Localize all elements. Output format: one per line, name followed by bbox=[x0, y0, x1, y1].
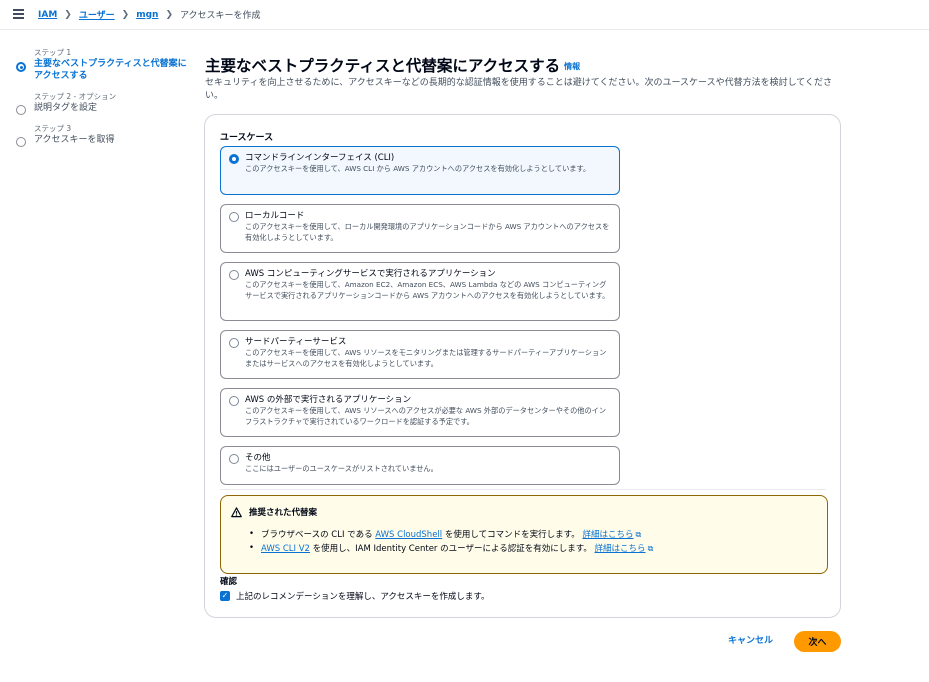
wizard-steps: ステップ 1 主要なベストプラクティスと代替案にアクセスする ステップ 2 - … bbox=[15, 47, 195, 155]
option-title: AWS の外部で実行されるアプリケーション bbox=[245, 395, 412, 405]
usecase-option-local-code[interactable]: ローカルコード このアクセスキーを使用して、ローカル開発環境のアプリケーションコ… bbox=[220, 204, 620, 253]
option-description: ここにはユーザーのユースケースがリストされていません。 bbox=[245, 464, 438, 473]
radio-icon[interactable] bbox=[229, 212, 239, 222]
breadcrumb: IAM ❯ ユーザー ❯ mgn ❯ アクセスキーを作成 bbox=[38, 8, 261, 22]
external-link-icon: ⧉ bbox=[647, 544, 654, 553]
alt1-suffix: を使用してコマンドを実行します。 bbox=[442, 530, 583, 540]
page-description: セキュリティを向上させるために、アクセスキーなどの長期的な認証情報を使用すること… bbox=[205, 78, 833, 101]
confirm-checkbox-row[interactable]: ✓ 上記のレコメンデーションを理解し、アクセスキーを作成します。 bbox=[220, 590, 490, 602]
option-description: このアクセスキーを使用して、AWS リソースへのアクセスが必要な AWS 外部の… bbox=[245, 406, 607, 426]
option-description: このアクセスキーを使用して、Amazon EC2、Amazon ECS、AWS … bbox=[245, 280, 610, 300]
cancel-button[interactable]: キャンセル bbox=[720, 631, 781, 651]
chevron-right-icon: ❯ bbox=[165, 9, 173, 20]
wizard-step-2: ステップ 2 - オプション 説明タグを設定 bbox=[15, 91, 195, 115]
info-link[interactable]: 情報 bbox=[564, 62, 580, 71]
menu-icon[interactable] bbox=[13, 9, 24, 19]
option-description: このアクセスキーを使用して、AWS リソースをモニタリングまたは管理するサードパ… bbox=[245, 348, 607, 368]
step-active-indicator-icon bbox=[16, 62, 26, 72]
list-item: ブラウザベースの CLI である AWS CloudShell を使用してコマン… bbox=[249, 528, 653, 542]
checkbox-checked-icon[interactable]: ✓ bbox=[220, 591, 230, 601]
step-title: 説明タグを設定 bbox=[34, 103, 98, 113]
usecase-container: ユースケース コマンドラインインターフェイス (CLI) このアクセスキーを使用… bbox=[204, 114, 841, 618]
divider bbox=[220, 489, 826, 490]
chevron-right-icon: ❯ bbox=[64, 9, 72, 20]
radio-icon[interactable] bbox=[229, 338, 239, 348]
step-number: ステップ 2 - オプション bbox=[34, 92, 117, 101]
page-title-text: 主要なベストプラクティスと代替案にアクセスする bbox=[205, 57, 561, 75]
step-title: 主要なベストプラクティスと代替案にアクセスする bbox=[34, 59, 187, 81]
step-title: アクセスキーを取得 bbox=[34, 135, 115, 145]
top-navigation-bar: IAM ❯ ユーザー ❯ mgn ❯ アクセスキーを作成 bbox=[0, 0, 929, 30]
step-number: ステップ 1 bbox=[34, 48, 72, 57]
usecase-option-other[interactable]: その他 ここにはユーザーのユースケースがリストされていません。 bbox=[220, 446, 620, 485]
chevron-right-icon: ❯ bbox=[121, 9, 130, 20]
wizard-step-3: ステップ 3 アクセスキーを取得 bbox=[15, 123, 195, 147]
step-indicator-icon bbox=[16, 137, 26, 147]
breadcrumb-users[interactable]: ユーザー bbox=[79, 8, 115, 21]
confirm-text: 上記のレコメンデーションを理解し、アクセスキーを作成します。 bbox=[236, 592, 490, 602]
radio-icon[interactable] bbox=[229, 396, 239, 406]
aws-cli-v2-link[interactable]: AWS CLI V2 bbox=[261, 544, 310, 554]
warning-icon bbox=[231, 507, 242, 518]
option-description: このアクセスキーを使用して、AWS CLI から AWS アカウントへのアクセス… bbox=[245, 164, 591, 173]
radio-icon[interactable] bbox=[229, 454, 239, 464]
recommended-alternatives-alert: 推奨された代替案 ブラウザベースの CLI である AWS CloudShell… bbox=[220, 495, 828, 574]
option-title: コマンドラインインターフェイス (CLI) bbox=[245, 153, 395, 163]
alt2-suffix: を使用し、IAM Identity Center のユーザーによる認証を有効にし… bbox=[309, 544, 595, 554]
learn-more-link-1[interactable]: 詳細はこちら bbox=[582, 530, 633, 540]
breadcrumb-current: アクセスキーを作成 bbox=[179, 11, 261, 21]
wizard-step-1[interactable]: ステップ 1 主要なベストプラクティスと代替案にアクセスする bbox=[15, 47, 195, 82]
option-title: AWS コンピューティングサービスで実行されるアプリケーション bbox=[245, 269, 496, 279]
page-title: 主要なベストプラクティスと代替案にアクセスする 情報 bbox=[205, 54, 580, 76]
radio-selected-icon[interactable] bbox=[229, 154, 239, 164]
list-item: AWS CLI V2 を使用し、IAM Identity Center のユーザ… bbox=[249, 542, 654, 556]
breadcrumb-iam[interactable]: IAM bbox=[38, 10, 57, 20]
step-indicator-icon bbox=[16, 105, 26, 115]
option-description: このアクセスキーを使用して、ローカル開発環境のアプリケーションコードから AWS… bbox=[245, 222, 610, 242]
option-title: サードパーティーサービス bbox=[245, 337, 347, 347]
usecase-option-cli[interactable]: コマンドラインインターフェイス (CLI) このアクセスキーを使用して、AWS … bbox=[220, 146, 620, 195]
next-button[interactable]: 次へ bbox=[794, 631, 841, 652]
alert-title: 推奨された代替案 bbox=[249, 508, 318, 518]
option-title: ローカルコード bbox=[245, 211, 305, 221]
alternatives-list: ブラウザベースの CLI である AWS CloudShell を使用してコマン… bbox=[249, 528, 654, 556]
alt1-prefix: ブラウザベースの CLI である bbox=[261, 530, 376, 540]
step-number: ステップ 3 bbox=[34, 124, 72, 133]
option-title: その他 bbox=[245, 453, 271, 463]
radio-icon[interactable] bbox=[229, 270, 239, 280]
breadcrumb-user-mgn[interactable]: mgn bbox=[136, 10, 158, 20]
cloudshell-link[interactable]: AWS CloudShell bbox=[375, 530, 442, 540]
usecase-option-third-party[interactable]: サードパーティーサービス このアクセスキーを使用して、AWS リソースをモニタリ… bbox=[220, 330, 620, 379]
usecase-label: ユースケース bbox=[220, 133, 274, 143]
usecase-option-outside-aws[interactable]: AWS の外部で実行されるアプリケーション このアクセスキーを使用して、AWS … bbox=[220, 388, 620, 437]
external-link-icon: ⧉ bbox=[635, 530, 642, 539]
learn-more-link-2[interactable]: 詳細はこちら bbox=[595, 544, 646, 554]
usecase-option-aws-compute[interactable]: AWS コンピューティングサービスで実行されるアプリケーション このアクセスキー… bbox=[220, 262, 620, 321]
confirm-label: 確認 bbox=[220, 577, 238, 587]
